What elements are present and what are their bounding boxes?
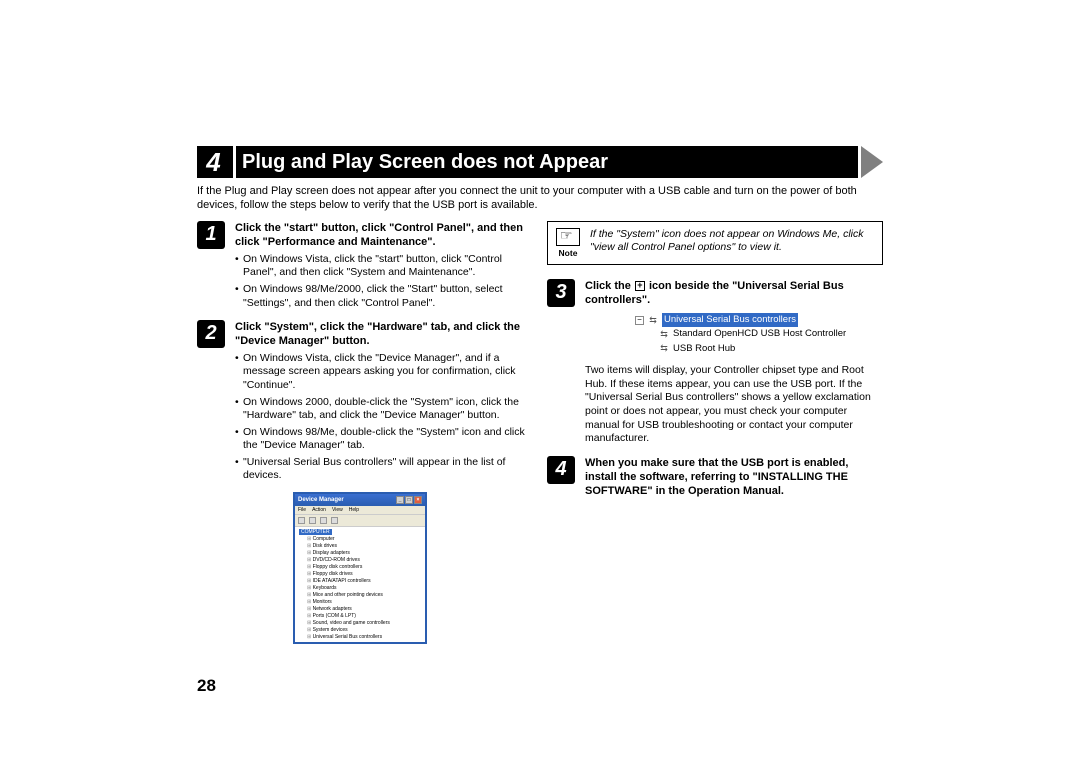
section-title: Plug and Play Screen does not Appear [236,146,858,178]
menu-item: Action [312,507,326,513]
right-column: Note If the "System" icon does not appea… [547,221,883,645]
tree-item: Disk drives [299,543,421,549]
intro-text: If the Plug and Play screen does not app… [197,184,883,213]
toolbar-icon [298,517,305,524]
step-heading: Click the "start" button, click "Control… [235,221,533,250]
tree-item: Sound, video and game controllers [299,620,421,626]
tree-item: Monitors [299,599,421,605]
tree-item: DVD/CD-ROM drives [299,557,421,563]
menu-item: File [298,507,306,513]
header-arrow-icon [861,146,883,178]
toolbar-icon [331,517,338,524]
tree-item: Display adapters [299,550,421,556]
step-heading: Click the + icon beside the "Universal S… [585,279,883,308]
step-bullet: On Windows 98/Me/2000, click the "Start"… [235,283,533,309]
devmgr-window: Device Manager _ □ × File Action View He… [293,492,427,644]
step-bullet: On Windows Vista, click the "start" butt… [235,253,533,279]
step-3: 3 Click the + icon beside the "Universal… [547,279,883,446]
step-2: 2 Click "System", click the "Hardware" t… [197,320,533,483]
note-label: Note [559,248,578,258]
tree-item: Network adapters [299,606,421,612]
step-number-badge: 1 [197,221,225,249]
tree-item: Universal Serial Bus controllers [299,634,421,640]
devmgr-titlebar: Device Manager _ □ × [295,494,425,506]
note-icon [556,228,580,246]
tree-item: Floppy disk drives [299,571,421,577]
tree-root: COMPUTER [299,529,332,535]
tree-item: System devices [299,627,421,633]
step-number-badge: 2 [197,320,225,348]
note-text: If the "System" icon does not appear on … [590,228,874,255]
step-body: Two items will display, your Controller … [585,364,883,446]
devmgr-menu: File Action View Help [295,506,425,515]
step-bullet: "Universal Serial Bus controllers" will … [235,456,533,482]
toolbar-icon [309,517,316,524]
plus-icon: + [635,281,645,291]
section-header: 4 Plug and Play Screen does not Appear [197,146,883,178]
step-1: 1 Click the "start" button, click "Contr… [197,221,533,310]
menu-item: Help [349,507,359,513]
step-bullet: On Windows 98/Me, double-click the "Syst… [235,426,533,452]
tree-item: Computer [299,536,421,542]
usb-tree-child: USB Root Hub [673,342,735,356]
step-bullet: On Windows 2000, double-click the "Syste… [235,396,533,422]
devmgr-tree: COMPUTER Computer Disk drives Display ad… [295,527,425,642]
tree-item: Mice and other pointing devices [299,592,421,598]
maximize-icon: □ [405,496,413,504]
usb-tree-illustration: − ⇆ Universal Serial Bus controllers ⇆ S… [635,313,883,356]
devmgr-toolbar [295,515,425,527]
step-number-badge: 4 [547,456,575,484]
minimize-icon: _ [396,496,404,504]
minus-icon: − [635,316,644,325]
left-column: 1 Click the "start" button, click "Contr… [197,221,533,645]
step-bullet: On Windows Vista, click the "Device Mana… [235,352,533,391]
usb-icon: ⇆ [659,344,669,354]
page-number: 28 [197,676,216,696]
section-number-badge: 4 [197,146,233,178]
manual-page: 4 Plug and Play Screen does not Appear I… [197,146,883,644]
usb-tree-parent: Universal Serial Bus controllers [662,313,798,327]
device-manager-screenshot: Device Manager _ □ × File Action View He… [293,492,533,644]
note-box: Note If the "System" icon does not appea… [547,221,883,265]
usb-icon: ⇆ [659,330,669,340]
step-heading: When you make sure that the USB port is … [585,456,883,499]
step-number-badge: 3 [547,279,575,307]
step-4: 4 When you make sure that the USB port i… [547,456,883,499]
tree-item: IDE ATA/ATAPI controllers [299,578,421,584]
tree-item: Keyboards [299,585,421,591]
tree-item: Floppy disk controllers [299,564,421,570]
menu-item: View [332,507,343,513]
usb-tree-child: Standard OpenHCD USB Host Controller [673,327,846,341]
toolbar-icon [320,517,327,524]
usb-icon: ⇆ [648,315,658,325]
tree-item: Ports (COM & LPT) [299,613,421,619]
devmgr-title: Device Manager [298,497,344,503]
close-icon: × [414,496,422,504]
step-heading: Click "System", click the "Hardware" tab… [235,320,533,349]
